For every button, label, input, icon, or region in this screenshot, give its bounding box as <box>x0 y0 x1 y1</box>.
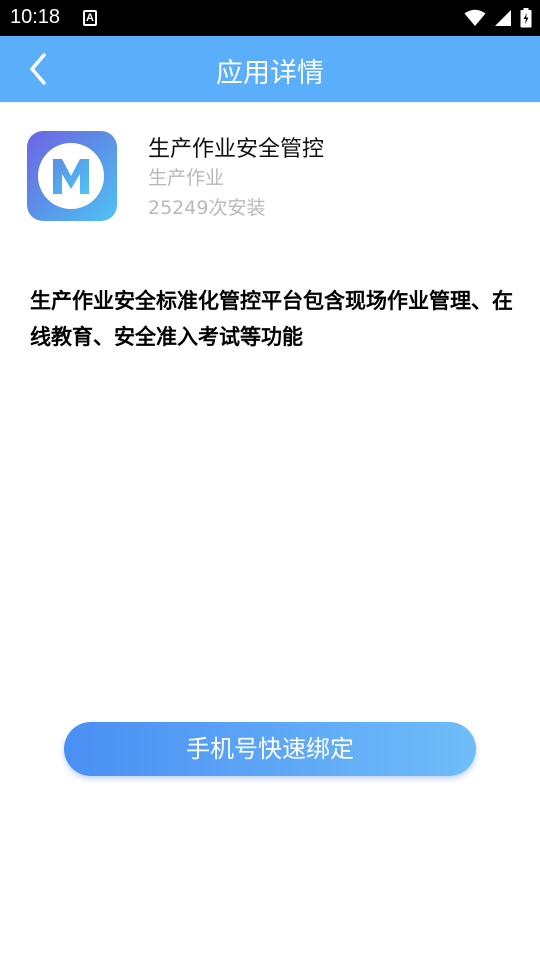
app-description: 生产作业安全标准化管控平台包含现场作业管理、在线教育、安全准入考试等功能 <box>30 289 513 349</box>
install-count: 25249次安装 <box>148 197 266 219</box>
battery-icon <box>520 8 532 28</box>
status-time: 10:18 <box>10 6 61 28</box>
m-logo-icon <box>53 159 89 194</box>
status-icons <box>464 7 532 29</box>
signal-icon <box>495 10 511 26</box>
status-bar: 10:18 A <box>0 0 540 36</box>
page-title: 应用详情 <box>216 58 324 89</box>
app-icon <box>27 131 117 221</box>
notification-icon: A <box>83 10 97 26</box>
app-icon-badge <box>38 143 104 209</box>
wifi-icon <box>464 9 486 26</box>
phone-bind-button[interactable]: 手机号快速绑定 <box>64 722 476 776</box>
app-category: 生产作业 <box>148 167 225 189</box>
app-name: 生产作业安全管控 <box>148 137 325 162</box>
app-header: 应用详情 <box>0 36 540 102</box>
